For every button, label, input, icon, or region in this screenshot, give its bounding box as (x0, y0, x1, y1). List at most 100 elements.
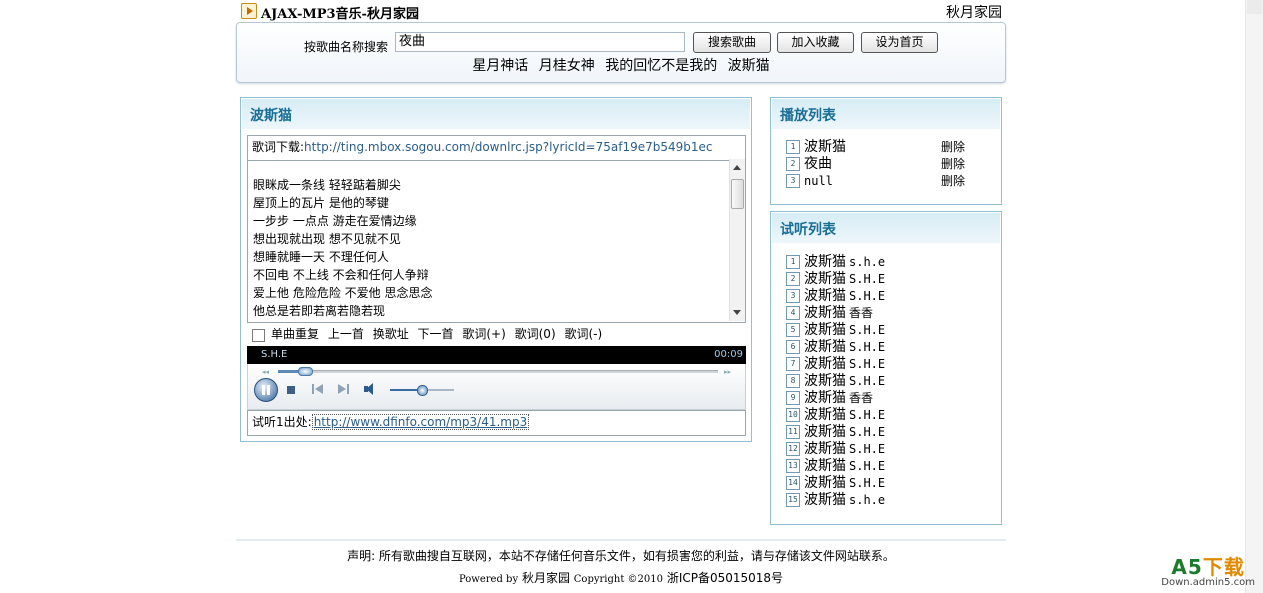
trial-list-item[interactable]: 3 波斯猫 S.H.E (786, 288, 986, 305)
next-track-icon[interactable] (338, 384, 350, 394)
search-input[interactable]: 夜曲 (395, 32, 685, 52)
source-link[interactable]: http://www.dfinfo.com/mp3/41.mp3 (311, 414, 530, 430)
seek-bar[interactable] (278, 367, 718, 376)
song-name[interactable]: 波斯猫 (804, 441, 846, 457)
trial-list-item[interactable]: 6 波斯猫 S.H.E (786, 339, 986, 356)
song-panel-header: 波斯猫 (241, 98, 751, 129)
volume-slider[interactable] (390, 385, 454, 396)
item-number: 11 (786, 425, 800, 439)
change-url-link[interactable]: 换歌址 (373, 327, 409, 341)
song-name[interactable]: 波斯猫 (804, 254, 846, 270)
trial-list-item[interactable]: 14 波斯猫 S.H.E (786, 475, 986, 492)
song-name[interactable]: 波斯猫 (804, 407, 846, 423)
playlist-item[interactable]: 1 波斯猫 删除 (786, 139, 986, 156)
trial-list-item[interactable]: 15 波斯猫 s.h.e (786, 492, 986, 509)
search-button[interactable]: 搜索歌曲 (693, 32, 771, 53)
lyric-plus-link[interactable]: 歌词(+) (462, 327, 505, 341)
item-number: 7 (786, 357, 800, 371)
lyric-download-link[interactable]: http://ting.mbox.sogou.com/downlrc.jsp?l… (304, 140, 712, 154)
scroll-thumb[interactable] (731, 179, 744, 209)
song-name[interactable]: 波斯猫 (804, 373, 846, 389)
next-song-link[interactable]: 下一首 (418, 327, 454, 341)
prev-song-link[interactable]: 上一首 (328, 327, 364, 341)
song-title: 波斯猫 (250, 108, 292, 124)
playlist-item[interactable]: 3 null 删除 (786, 173, 986, 190)
trial-list-item[interactable]: 2 波斯猫 S.H.E (786, 271, 986, 288)
song-name[interactable]: 波斯猫 (804, 305, 846, 321)
song-name[interactable]: 波斯猫 (804, 271, 846, 287)
play-icon (241, 3, 257, 19)
song-name[interactable]: 夜曲 (804, 156, 832, 172)
playlist-item[interactable]: 2 夜曲 删除 (786, 156, 986, 173)
singer-name: S.H.E (849, 459, 886, 473)
trial-list-item[interactable]: 8 波斯猫 S.H.E (786, 373, 986, 390)
lyrics-scrollbar[interactable] (729, 159, 745, 321)
lyric-minus-link[interactable]: 歌词(-) (564, 327, 602, 341)
volume-icon[interactable] (364, 383, 380, 395)
song-name[interactable]: null (804, 174, 833, 188)
singer-name: 香香 (849, 391, 874, 405)
song-name[interactable]: 波斯猫 (804, 139, 846, 155)
hot-word-link[interactable]: 星月神话 (472, 58, 528, 74)
trial-list-item[interactable]: 11 波斯猫 S.H.E (786, 424, 986, 441)
set-homepage-button[interactable]: 设为首页 (861, 32, 938, 53)
delete-link[interactable]: 删除 (941, 173, 965, 190)
item-number: 4 (786, 306, 800, 320)
lyrics-text: 眼眯成一条线 轻轻踮着脚尖 屋顶上的瓦片 是他的琴键 一步步 一点点 游走在爱情… (253, 176, 432, 320)
site-title: AJAX-MP3音乐-秋月家园 (261, 7, 419, 22)
singer-name: S.H.E (849, 357, 886, 371)
song-name[interactable]: 波斯猫 (804, 288, 846, 304)
media-player: S.H.E 00:09 ◂◂ ▸▸ (247, 346, 746, 410)
delete-link[interactable]: 删除 (941, 139, 965, 156)
page-scrollbar[interactable] (1245, 0, 1263, 593)
fast-forward-icon[interactable]: ▸▸ (724, 368, 731, 376)
footer-site-link[interactable]: 秋月家园 (522, 571, 570, 585)
song-name[interactable]: 波斯猫 (804, 458, 846, 474)
stop-button[interactable] (287, 386, 295, 394)
icp-number[interactable]: 浙ICP备05015018号 (667, 571, 783, 585)
previous-track-icon[interactable] (312, 384, 324, 394)
repeat-label: 单曲重复 (271, 327, 320, 341)
search-label: 按歌曲名称搜索 (304, 40, 389, 54)
item-number: 5 (786, 323, 800, 337)
add-favorite-button[interactable]: 加入收藏 (777, 32, 854, 53)
trial-list-item[interactable]: 10 波斯猫 S.H.E (786, 407, 986, 424)
trial-list-item[interactable]: 12 波斯猫 S.H.E (786, 441, 986, 458)
scroll-up-icon[interactable] (733, 165, 741, 170)
song-name[interactable]: 波斯猫 (804, 339, 846, 355)
singer-name: s.h.e (849, 493, 886, 507)
hot-word-link[interactable]: 月桂女神 (539, 58, 595, 74)
song-name[interactable]: 波斯猫 (804, 475, 846, 491)
song-name[interactable]: 波斯猫 (804, 322, 846, 338)
trial-list-item[interactable]: 9 波斯猫 香香 (786, 390, 986, 407)
singer-name: s.h.e (849, 255, 886, 269)
lyric-line: 一步步 一点点 游走在爱情边缘 (253, 214, 417, 228)
item-number: 15 (786, 493, 800, 507)
song-name[interactable]: 波斯猫 (804, 492, 846, 508)
rewind-icon[interactable]: ◂◂ (262, 368, 269, 376)
lyrics-box[interactable]: 眼眯成一条线 轻轻踮着脚尖 屋顶上的瓦片 是他的琴键 一步步 一点点 游走在爱情… (247, 159, 746, 323)
delete-link[interactable]: 删除 (941, 156, 965, 173)
scroll-down-icon[interactable] (733, 310, 741, 315)
lyric-line: 不回电 不上线 不会和任何人争辩 (253, 268, 429, 282)
trial-list-item[interactable]: 4 波斯猫 香香 (786, 305, 986, 322)
hot-word-link[interactable]: 波斯猫 (728, 58, 770, 74)
seek-handle[interactable] (298, 367, 314, 376)
trial-list-item[interactable]: 13 波斯猫 S.H.E (786, 458, 986, 475)
lyric-download-row: 歌词下载:http://ting.mbox.sogou.com/downlrc.… (247, 135, 746, 161)
hot-word-link[interactable]: 我的回忆不是我的 (605, 58, 717, 74)
trial-list-item[interactable]: 7 波斯猫 S.H.E (786, 356, 986, 373)
volume-handle[interactable] (417, 385, 428, 396)
song-name[interactable]: 波斯猫 (804, 424, 846, 440)
trial-list-item[interactable]: 1 波斯猫 s.h.e (786, 254, 986, 271)
lyric-reset-link[interactable]: 歌词(0) (515, 327, 556, 341)
trial-list-item[interactable]: 5 波斯猫 S.H.E (786, 322, 986, 339)
song-name[interactable]: 波斯猫 (804, 390, 846, 406)
home-link[interactable]: 秋月家园 (946, 2, 1002, 22)
lyric-download-label: 歌词下载: (252, 140, 305, 154)
song-name[interactable]: 波斯猫 (804, 356, 846, 372)
repeat-checkbox[interactable] (252, 329, 265, 342)
pause-button[interactable] (254, 378, 278, 402)
page-scrollbar-thumb[interactable] (1247, 0, 1262, 14)
singer-name: S.H.E (849, 408, 886, 422)
